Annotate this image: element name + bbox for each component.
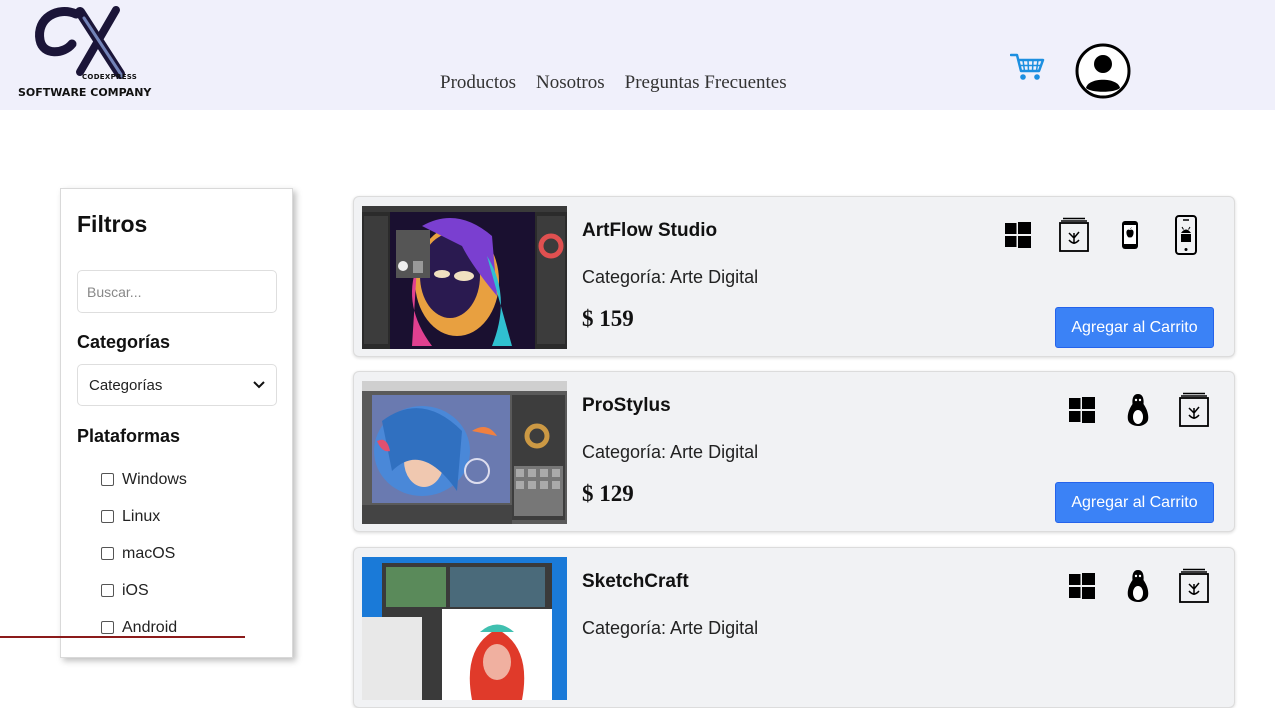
product-image[interactable] (362, 381, 567, 524)
product-name[interactable]: ProStylus (582, 395, 671, 417)
chevron-down-icon (253, 381, 265, 389)
nav-productos[interactable]: Productos (440, 72, 516, 94)
platform-label: Linux (122, 507, 161, 525)
main-nav: Productos Nosotros Preguntas Frecuentes (440, 72, 787, 94)
logo-small-text: CODEXPRESS (82, 73, 138, 81)
filters-panel: Filtros Categorías Categorías Plataforma… (60, 188, 293, 658)
android-icon (1170, 215, 1202, 255)
product-category: Categoría: Arte Digital (582, 267, 759, 287)
product-category: Categoría: Arte Digital (582, 442, 759, 462)
platforms-title: Plataformas (77, 426, 181, 446)
filters-title: Filtros (77, 211, 148, 237)
nav-nosotros[interactable]: Nosotros (536, 72, 605, 94)
checkbox[interactable] (101, 473, 114, 486)
logo-mark-icon (35, 6, 125, 79)
product-platforms (1066, 390, 1210, 430)
user-icon[interactable] (1075, 43, 1131, 99)
macos-icon (1178, 566, 1210, 606)
platform-label: macOS (122, 544, 176, 562)
checkbox[interactable] (101, 621, 114, 634)
product-price: $ 129 (582, 481, 634, 506)
checkbox[interactable] (101, 510, 114, 523)
platform-option-ios[interactable]: iOS (101, 572, 187, 609)
windows-icon (1066, 390, 1098, 430)
windows-icon (1002, 215, 1034, 255)
linux-icon (1122, 390, 1154, 430)
product-card: ProStylus Categoría: Arte Digital $ 129 … (353, 371, 1235, 532)
nav-preguntas-frecuentes[interactable]: Preguntas Frecuentes (625, 72, 787, 94)
platform-label: Windows (122, 470, 187, 488)
product-platforms (1066, 566, 1210, 606)
add-to-cart-button[interactable]: Agregar al Carrito (1055, 307, 1214, 348)
macos-icon (1178, 390, 1210, 430)
platform-option-windows[interactable]: Windows (101, 461, 187, 498)
add-to-cart-button[interactable]: Agregar al Carrito (1055, 482, 1214, 523)
checkbox[interactable] (101, 584, 114, 597)
product-platforms (1002, 215, 1202, 255)
header: CODEXPRESS SOFTWARE COMPANY Productos No… (0, 0, 1275, 110)
product-category: Categoría: Arte Digital (582, 618, 759, 638)
product-name[interactable]: ArtFlow Studio (582, 220, 717, 242)
categories-title: Categorías (77, 332, 171, 352)
product-image[interactable] (362, 206, 567, 349)
product-card: ArtFlow Studio Categoría: Arte Digital $… (353, 196, 1235, 357)
platform-option-linux[interactable]: Linux (101, 498, 187, 535)
linux-icon (1122, 566, 1154, 606)
search-input[interactable] (77, 270, 277, 313)
macos-icon (1058, 215, 1090, 255)
categories-select[interactable]: Categorías (77, 364, 277, 406)
platforms-list: Windows Linux macOS iOS Android (101, 461, 187, 646)
windows-icon (1066, 566, 1098, 606)
logo[interactable]: CODEXPRESS SOFTWARE COMPANY (16, 4, 151, 100)
ios-icon (1114, 215, 1146, 255)
product-price: $ 159 (582, 306, 634, 331)
product-card: SketchCraft Categoría: Arte Digital (353, 547, 1235, 708)
platform-option-macos[interactable]: macOS (101, 535, 187, 572)
platform-label: Android (122, 618, 178, 636)
product-image[interactable] (362, 557, 567, 700)
checkbox[interactable] (101, 547, 114, 560)
categories-select-value: Categorías (89, 376, 163, 394)
platform-label: iOS (122, 581, 149, 599)
platform-option-android[interactable]: Android (101, 609, 187, 646)
product-name[interactable]: SketchCraft (582, 571, 689, 593)
logo-company-text: SOFTWARE COMPANY (18, 86, 152, 99)
cart-icon[interactable] (1010, 51, 1046, 83)
